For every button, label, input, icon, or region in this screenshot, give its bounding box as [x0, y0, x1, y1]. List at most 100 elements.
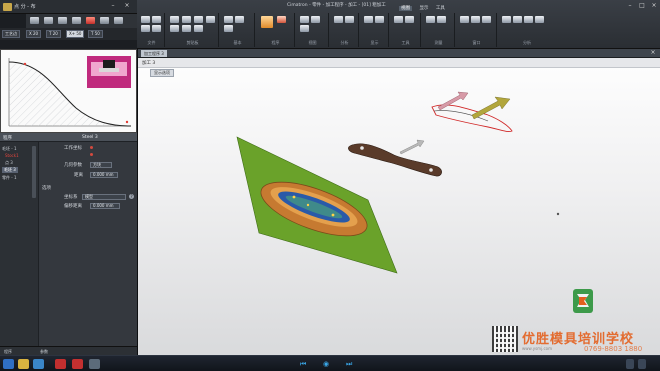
run-icon[interactable]	[86, 17, 95, 24]
distance-field[interactable]: 0.000 mm	[90, 172, 118, 178]
next-icon[interactable]: ⏭	[346, 360, 352, 369]
ribbon-group-analysis: 分析	[331, 13, 359, 47]
view-icon[interactable]	[114, 17, 123, 24]
window-title: Cimatron - 零件 - 加工程序 - 加工 - [01] 粗加工	[287, 3, 386, 8]
taskbar: ⏮ ◉ ⏭	[0, 355, 660, 371]
tools-icon[interactable]	[394, 16, 403, 23]
preview-graphic	[8, 56, 132, 127]
left-title-text: 点 分 - 布	[14, 4, 36, 10]
group-label: 分析	[340, 40, 349, 45]
group-label: 基本	[233, 40, 242, 45]
new-icon[interactable]	[141, 16, 150, 23]
program-icon[interactable]	[261, 16, 273, 28]
view-top-icon[interactable]	[300, 16, 309, 23]
offset-field[interactable]: 0.000 mm	[90, 203, 120, 209]
watermark-phone: 0769-8803 1880	[584, 345, 643, 353]
simulate-icon[interactable]	[277, 16, 286, 23]
volume-icon[interactable]	[638, 359, 646, 369]
section-options: 选项	[42, 186, 51, 191]
angle-icon[interactable]	[437, 16, 446, 23]
print-icon[interactable]	[152, 25, 161, 32]
program-tree: 毛坯 - 1 Stock1 点 3 毛坯 3 零件 - 1	[0, 142, 39, 346]
undo-icon[interactable]	[58, 17, 67, 24]
thickness-icon[interactable]	[535, 16, 544, 23]
tab-4[interactable]: T 50	[88, 30, 103, 38]
tree-item-1[interactable]: Stock1	[5, 153, 19, 158]
app-icon[interactable]	[89, 359, 100, 369]
cut-icon[interactable]	[170, 16, 179, 23]
save-icon[interactable]	[44, 17, 53, 24]
explorer-icon[interactable]	[18, 359, 29, 369]
folder-icon[interactable]	[33, 359, 44, 369]
minimize-icon[interactable]: –	[108, 3, 118, 10]
view-iso-icon[interactable]	[300, 25, 309, 32]
save-icon[interactable]	[141, 25, 150, 32]
draft-icon[interactable]	[524, 16, 533, 23]
ribbon-group-file: 文件	[139, 13, 165, 47]
play-icon[interactable]: ◉	[323, 360, 329, 368]
ribbon-group-window: 窗口	[457, 13, 497, 47]
maximize-icon[interactable]: □	[637, 3, 647, 10]
shade-icon[interactable]	[235, 16, 244, 23]
copy-icon[interactable]	[182, 16, 191, 23]
delete-icon[interactable]	[206, 16, 215, 23]
move-icon[interactable]	[170, 25, 179, 32]
tab-1[interactable]: X 20	[26, 30, 42, 38]
minimize-icon[interactable]: –	[625, 3, 635, 10]
watermark-url: www.ysmj.com	[522, 346, 552, 351]
open-icon[interactable]	[152, 16, 161, 23]
split-icon[interactable]	[482, 16, 491, 23]
help-icon[interactable]: ?	[129, 194, 134, 199]
graphics-viewport[interactable]: 加工程序 3 × 加工 3 显示选项 优胜模具培训学校 www.ysmj.com…	[137, 49, 660, 355]
paste-icon[interactable]	[194, 16, 203, 23]
section-icon[interactable]	[502, 16, 511, 23]
redo-icon[interactable]	[72, 17, 81, 24]
panel-header-left: 程序	[3, 136, 12, 141]
prev-icon[interactable]: ⏮	[300, 360, 306, 369]
rotate-icon[interactable]	[182, 25, 191, 32]
compare-icon[interactable]	[513, 16, 522, 23]
tray-icon[interactable]	[626, 359, 634, 369]
tab-2[interactable]: T 20	[46, 30, 61, 38]
close-icon[interactable]: ×	[122, 3, 132, 10]
panel-header: 程序 Steel 3	[0, 133, 137, 142]
group-label: 视图	[308, 40, 317, 45]
wire-outline	[431, 104, 513, 132]
tree-scrollbar[interactable]	[32, 146, 36, 198]
tree-item-2[interactable]: 点 3	[5, 160, 13, 166]
wire-icon[interactable]	[224, 16, 233, 23]
display-icon[interactable]	[364, 16, 373, 23]
cascade-icon[interactable]	[471, 16, 480, 23]
tree-item-4[interactable]: 零件 - 1	[2, 175, 17, 181]
geometry-select[interactable]: 方块	[90, 162, 112, 168]
tool-icon[interactable]	[100, 17, 109, 24]
dimension-icon[interactable]	[426, 16, 435, 23]
close-icon[interactable]: ×	[649, 3, 659, 10]
measure-icon[interactable]	[334, 16, 343, 23]
menu-tab-tools[interactable]: 工具	[436, 6, 445, 11]
tree-item-3[interactable]: 毛坯 3	[2, 167, 18, 173]
menu-tab-display[interactable]: 显示	[419, 6, 428, 11]
view-front-icon[interactable]	[311, 16, 320, 23]
tile-icon[interactable]	[460, 16, 469, 23]
open-icon[interactable]	[30, 17, 39, 24]
layer-icon[interactable]	[375, 16, 384, 23]
coord-select[interactable]: 模型	[82, 194, 126, 200]
prop-label-offset: 偏移距离	[64, 204, 82, 209]
ribbon: Cimatron - 零件 - 加工程序 - 加工 - [01] 粗加工 视图 …	[137, 0, 660, 49]
cimatron-icon[interactable]	[55, 359, 66, 369]
ribbon-group-clipboard: 剪贴板	[167, 13, 219, 47]
group-label: 窗口	[472, 40, 481, 45]
tab-3[interactable]: X+ 50	[66, 30, 85, 38]
group-label: 程序	[271, 40, 280, 45]
media-icon[interactable]	[72, 359, 83, 369]
fit-icon[interactable]	[224, 25, 233, 32]
curvature-icon[interactable]	[345, 16, 354, 23]
menu-tab-view[interactable]: 视图	[399, 6, 412, 11]
tab-0[interactable]: 工艺边	[2, 30, 20, 38]
start-icon[interactable]	[3, 359, 14, 369]
mirror-icon[interactable]	[194, 25, 203, 32]
panel-header-right: Steel 3	[82, 135, 98, 140]
tree-item-0[interactable]: 毛坯 - 1	[2, 146, 17, 152]
settings-icon[interactable]	[405, 16, 414, 23]
